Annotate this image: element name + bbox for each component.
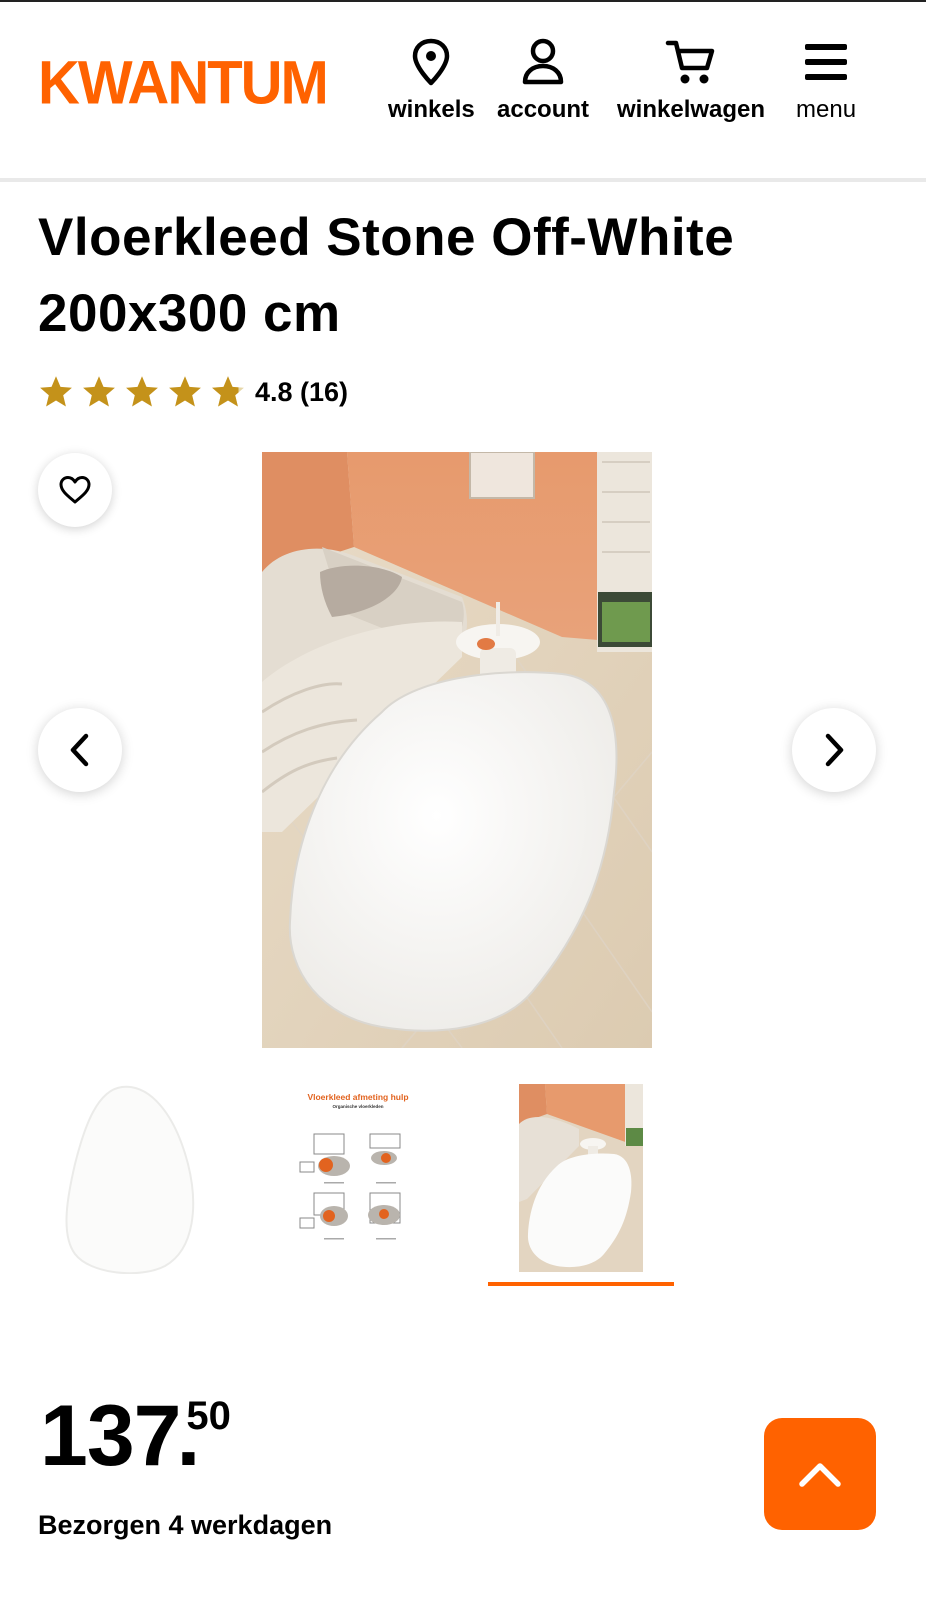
- room-photo: [262, 452, 652, 1048]
- nav-account[interactable]: account: [497, 38, 589, 124]
- favorite-button[interactable]: [38, 453, 112, 527]
- star-icon: [40, 376, 72, 407]
- nav-winkelwagen[interactable]: winkelwagen: [617, 38, 765, 124]
- thumbnail-rug[interactable]: [60, 1084, 200, 1275]
- size-guide-title: Vloerkleed afmeting hulp: [307, 1092, 408, 1102]
- size-guide-subtitle: Organische vloerkleden: [332, 1104, 383, 1109]
- thumbnail-size-guide[interactable]: Vloerkleed afmeting hulp Organische vloe…: [296, 1090, 420, 1250]
- star-icon-partial: [212, 376, 244, 407]
- delivery-info: Bezorgen 4 werkdagen: [38, 1510, 333, 1540]
- star-icon: [169, 376, 201, 407]
- active-thumbnail-indicator: [488, 1282, 674, 1286]
- product-main-image[interactable]: [262, 452, 652, 1048]
- size-guide-image: Vloerkleed afmeting hulp Organische vloe…: [299, 1092, 409, 1240]
- price-integer: 137: [40, 1388, 181, 1484]
- site-header: KWANTUM winkels account winkelwagen menu: [0, 2, 926, 182]
- chevron-right-icon: [825, 733, 844, 767]
- nav-account-label: account: [497, 96, 590, 123]
- kwantum-logo[interactable]: KWANTUM: [38, 48, 329, 118]
- nav-winkelwagen-label: winkelwagen: [617, 96, 766, 123]
- room-thumbnail-image: [519, 1084, 643, 1272]
- price-decimals: 50: [186, 1394, 231, 1438]
- chevron-up-icon: [799, 1463, 841, 1487]
- nav-menu[interactable]: menu: [796, 38, 856, 124]
- user-icon: [522, 38, 564, 85]
- product-rating[interactable]: 4.8 (16): [38, 374, 348, 410]
- nav-menu-label: menu: [796, 96, 857, 123]
- heart-icon: [59, 476, 91, 504]
- product-title: Vloerkleed Stone Off-White 200x300 cm: [38, 208, 735, 343]
- chevron-left-icon: [70, 733, 89, 767]
- thumbnail-room[interactable]: [519, 1084, 643, 1272]
- cart-icon: [665, 40, 715, 84]
- location-pin-icon: [413, 38, 450, 86]
- product-price: 137 . 50: [40, 1388, 231, 1484]
- nav-winkels[interactable]: winkels: [388, 38, 475, 124]
- gallery-prev-button[interactable]: [38, 708, 122, 792]
- nav-winkels-label: winkels: [388, 96, 475, 123]
- rug-shape-image: [65, 1085, 195, 1275]
- star-icon: [83, 376, 115, 407]
- rating-text: 4.8 (16): [255, 376, 349, 407]
- hamburger-icon: [805, 44, 848, 80]
- gallery-next-button[interactable]: [792, 708, 876, 792]
- scroll-to-top-button[interactable]: [764, 1418, 876, 1530]
- star-icon: [126, 376, 158, 407]
